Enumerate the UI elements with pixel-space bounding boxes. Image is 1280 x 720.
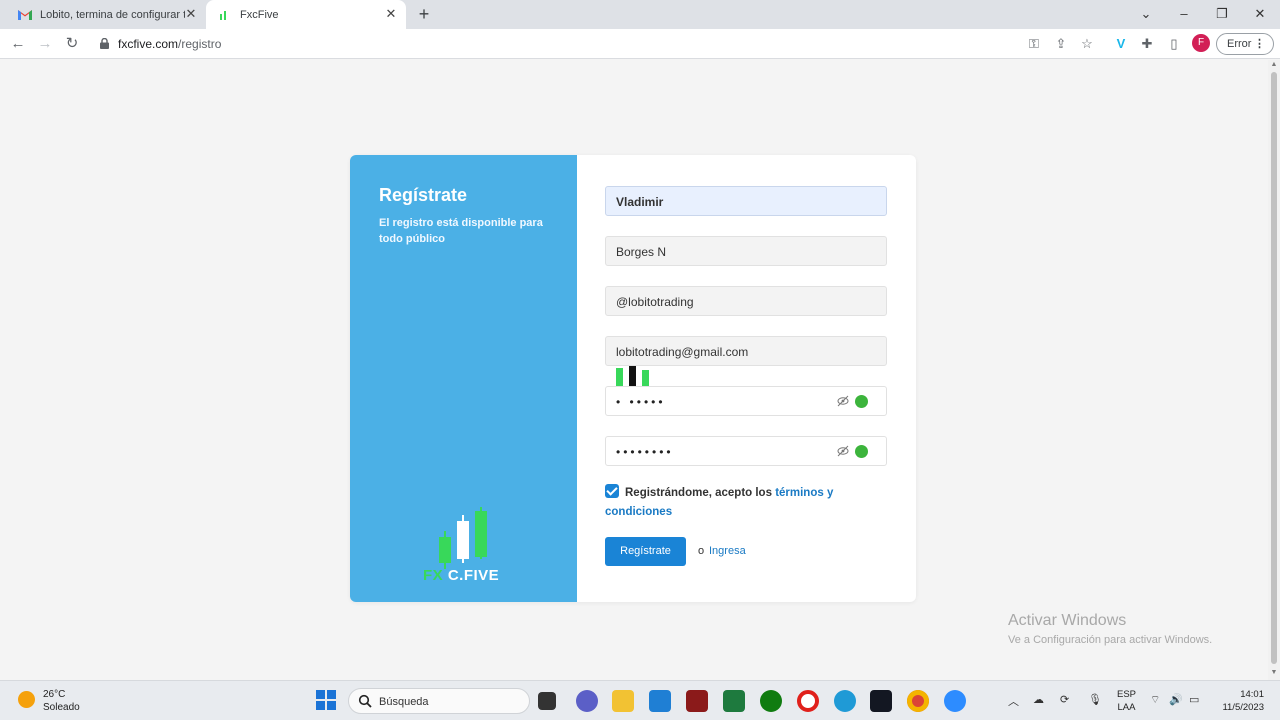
valid-check-icon [855,395,868,408]
error-label: Error [1227,38,1252,50]
register-side-panel: Regístrate El registro está disponible p… [350,155,577,602]
minimize-icon[interactable]: – [1169,4,1199,24]
windows-start-icon[interactable] [316,690,336,710]
error-button[interactable]: Error ⋮ [1216,33,1274,55]
teams-chat-icon[interactable] [576,690,598,712]
zoom-icon[interactable] [944,690,966,712]
vimeo-extension-icon[interactable]: V [1112,35,1130,53]
username-field[interactable]: @lobitotrading [605,286,887,316]
brand-logo-text: FX C.FIVE [423,567,499,584]
tradingview-icon[interactable] [870,690,892,712]
terms-checkbox[interactable] [605,484,619,498]
onedrive-cloud-icon[interactable]: ☁ [1033,693,1044,706]
clock-date: 11/5/2023 [1222,702,1264,713]
panel-title: Regístrate [379,185,468,205]
system-clock[interactable]: 14:01 11/5/2023 [1214,688,1264,714]
lang-bottom: LAA [1117,702,1136,713]
reload-icon[interactable]: ↻ [62,34,82,54]
close-tab-icon[interactable]: ✕ [384,7,398,21]
logo-fx: FX [423,567,444,584]
maximize-icon[interactable]: ❐ [1207,4,1237,24]
url-text: fxcfive.com/registro [118,37,221,51]
wifi-icon[interactable]: ⌔ [1150,693,1160,707]
weather-widget[interactable]: 26°C Soleado [43,688,80,714]
volume-icon[interactable]: 🔊 [1169,693,1183,706]
terms-text: Registrándome, acepto los [625,487,776,499]
taskbar: 26°C Soleado Búsqueda ︿ ☁ ⟳ 🎙 ESP LAA ⌔ … [0,680,1280,720]
watermark-title: Activar Windows [1008,612,1127,629]
activate-windows-watermark: Activar Windows Ve a Configuración para … [1008,612,1212,646]
valid-check-icon [855,445,868,458]
input-language[interactable]: ESP LAA [1117,688,1136,714]
battery-icon[interactable]: ▭ [1189,693,1199,706]
tab-gmail[interactable]: Lobito, termina de configurar tu ✕ [8,0,206,29]
show-hidden-icons-chevron[interactable]: ︿ [1008,693,1019,709]
chrome-icon[interactable] [907,690,929,712]
lang-top: ESP [1117,689,1137,700]
edge-icon[interactable] [834,690,856,712]
url-path: /registro [178,37,222,51]
menu-dots-icon: ⋮ [1254,38,1265,50]
tab-search-chevron-icon[interactable]: ⌄ [1131,4,1161,24]
fxcfive-icon [218,9,232,21]
share-icon[interactable]: ⇪ [1052,35,1070,53]
profile-avatar[interactable]: F [1192,34,1210,52]
login-link[interactable]: Ingresa [709,545,746,557]
url-host: fxcfive.com [118,37,179,51]
watermark-subtitle: Ve a Configuración para activar Windows. [1008,634,1213,646]
panel-subtitle: El registro está disponible para todo pú… [379,217,543,245]
address-bar[interactable]: fxcfive.com/registro [90,32,1105,56]
temperature: 26°C [43,689,66,700]
scrollbar-thumb[interactable] [1271,72,1277,664]
opera-icon[interactable] [797,690,819,712]
register-card: Regístrate El registro está disponible p… [350,155,916,602]
password-mask: • ••••• [616,395,666,409]
tab-fxcfive[interactable]: FxcFive ✕ [206,0,406,29]
browser-toolbar: ← → ↻ fxcfive.com/registro ⚿ ⇪ ☆ V ✚ ▯ [0,29,1280,59]
sync-icon[interactable]: ⟳ [1060,693,1069,706]
first-name-field[interactable]: Vladimir [605,186,887,216]
terms-row: Registrándome, acepto los términos y con… [605,484,875,522]
last-name-field[interactable]: Borges N [605,236,887,266]
lock-icon [100,38,109,49]
hide-password-eye-icon[interactable] [837,395,849,407]
sun-weather-icon[interactable] [18,691,35,708]
scroll-down-icon[interactable]: ▼ [1270,669,1278,676]
register-button[interactable]: Regístrate [605,537,686,566]
excel-icon[interactable] [723,690,745,712]
search-icon [358,694,372,708]
scroll-up-icon[interactable]: ▲ [1270,61,1278,68]
password-field[interactable]: • ••••• [605,386,887,416]
new-tab-icon[interactable]: + [414,4,434,24]
clock-time: 14:01 [1240,689,1264,700]
task-view-icon[interactable] [538,692,556,710]
app-red-icon[interactable] [686,690,708,712]
logo-cfive: C.FIVE [447,567,500,584]
back-icon[interactable]: ← [8,34,28,54]
hide-password-eye-icon[interactable] [837,445,849,457]
confirm-password-field[interactable]: •••••••• [605,436,887,466]
email-field[interactable]: lobitotrading@gmail.com [605,336,887,366]
tab-title: Lobito, termina de configurar tu [40,8,185,21]
scrollbar[interactable]: ▲ ▼ [1268,60,1280,680]
close-tab-icon[interactable]: ✕ [184,7,198,21]
weather-condition: Soleado [43,702,80,713]
key-icon[interactable]: ⚿ [1025,35,1043,53]
taskbar-search[interactable]: Búsqueda [348,688,530,714]
file-explorer-icon[interactable] [612,690,634,712]
or-text: o [698,545,705,557]
gmail-icon [18,9,32,21]
confirm-password-mask: •••••••• [616,445,674,459]
tab-strip: Lobito, termina de configurar tu ✕ FxcFi… [0,0,1280,29]
bookmark-star-icon[interactable]: ☆ [1078,35,1096,53]
forward-icon[interactable]: → [35,34,55,54]
extensions-puzzle-icon[interactable]: ✚ [1138,35,1156,53]
close-window-icon[interactable]: ✕ [1245,4,1275,24]
mail-icon[interactable] [649,690,671,712]
tab-title: FxcFive [240,8,279,21]
xbox-icon[interactable] [760,690,782,712]
side-panel-icon[interactable]: ▯ [1165,35,1183,53]
search-placeholder: Búsqueda [379,696,429,708]
microphone-icon[interactable]: 🎙 [1088,693,1102,706]
